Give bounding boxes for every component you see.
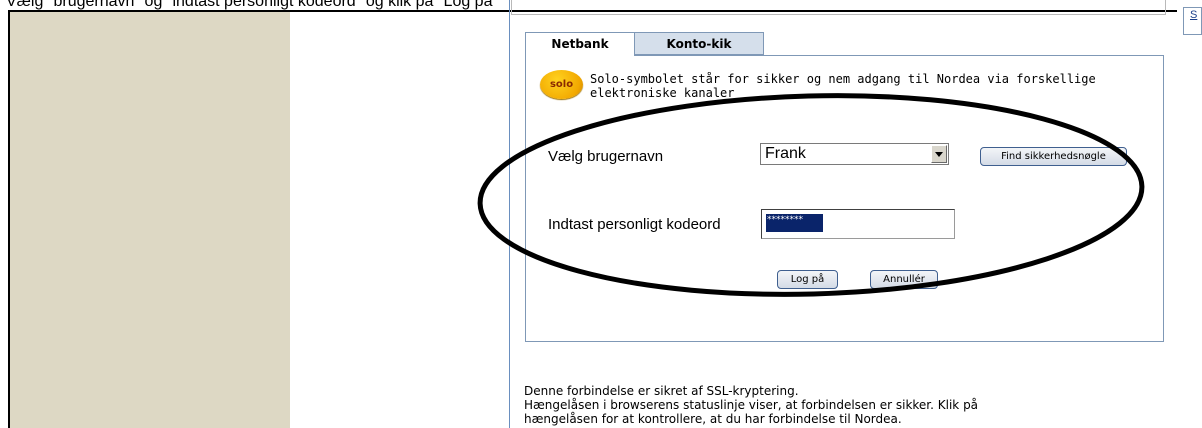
username-label: Vælg brugernavn xyxy=(548,148,664,165)
left-sidebar xyxy=(10,12,290,428)
password-value: ******** xyxy=(766,214,823,232)
password-label: Indtast personligt kodeord xyxy=(548,216,721,233)
security-notice-line-3: hængelåsen for at kontrollere, at du har… xyxy=(524,412,902,426)
find-security-key-button[interactable]: Find sikkerhedsnøgle xyxy=(980,147,1127,166)
header-box xyxy=(511,0,1166,15)
tab-konto-kik[interactable]: Konto-kik xyxy=(634,32,764,55)
solo-logo-icon: solo xyxy=(540,70,583,99)
content-divider xyxy=(509,0,510,428)
chevron-down-icon[interactable] xyxy=(931,145,947,163)
side-link[interactable]: S xyxy=(1183,7,1202,35)
security-notice-line-2: Hængelåsen i browserens statuslinje vise… xyxy=(524,398,979,412)
password-field[interactable]: ******** xyxy=(761,209,955,239)
solo-logo-text: solo xyxy=(549,79,574,90)
security-notice: Denne forbindelse er sikret af SSL-krypt… xyxy=(524,384,1144,428)
tab-netbank[interactable]: Netbank xyxy=(525,32,635,56)
security-notice-line-1: Denne forbindelse er sikret af SSL-krypt… xyxy=(524,384,799,398)
username-value: Frank xyxy=(765,145,806,162)
login-button[interactable]: Log på xyxy=(777,270,838,289)
intro-text: Solo-symbolet står for sikker og nem adg… xyxy=(590,72,1096,100)
cancel-button[interactable]: Annullér xyxy=(870,270,938,289)
username-select[interactable]: Frank xyxy=(760,143,949,165)
